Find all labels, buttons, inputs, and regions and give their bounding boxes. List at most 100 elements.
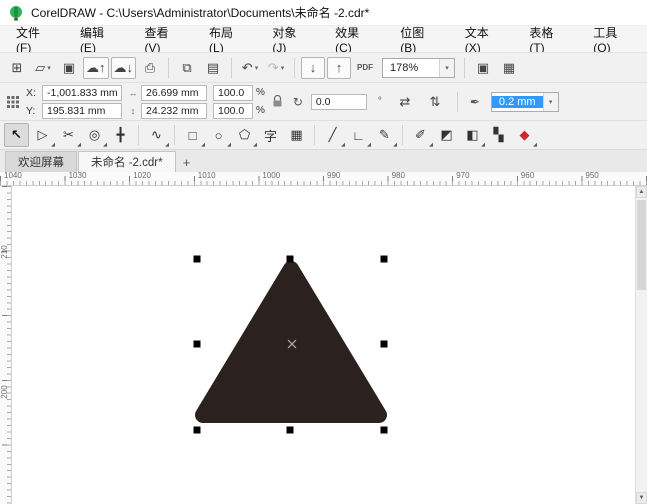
undo-button[interactable]: ↶ ▾ xyxy=(238,57,262,79)
polygon-tool[interactable]: ⬠ ◢ xyxy=(232,123,257,148)
scale-x-field[interactable]: 100.0 xyxy=(213,84,253,101)
menu-item-text[interactable]: 文本(X) xyxy=(451,26,516,55)
save-to-cloud-icon: ☁↑ xyxy=(86,60,106,75)
new-tab-button[interactable]: + xyxy=(177,152,197,172)
dimension-icon: ╱ xyxy=(328,127,337,142)
tab-untitled-2[interactable]: 未命名 -2.cdr* xyxy=(78,151,176,172)
dimension-tool[interactable]: ╱ ◢ xyxy=(320,123,345,148)
menu-item-table[interactable]: 表格(T) xyxy=(515,26,579,55)
connector-tool[interactable]: ∟ ◢ xyxy=(346,123,371,149)
crop-tool[interactable]: ✂ ◢ xyxy=(56,123,81,148)
scroll-down-button[interactable]: ▼ xyxy=(636,492,647,504)
paste-button[interactable]: ▤ xyxy=(201,57,225,79)
pan-tool[interactable]: ╋ xyxy=(108,123,133,147)
pan-icon: ╋ xyxy=(116,127,125,142)
smart-fill-icon: ◩ xyxy=(440,127,453,142)
scroll-up-button[interactable]: ▲ xyxy=(636,186,647,198)
text-tool[interactable]: 字 xyxy=(258,123,283,147)
open-document-button[interactable]: ▱ ▾ xyxy=(31,57,55,79)
outline-width-value[interactable]: 0.2 mm xyxy=(491,95,543,108)
rectangle-icon: □ xyxy=(188,127,197,143)
x-label: X: xyxy=(26,86,36,99)
menu-item-tools[interactable]: 工具(O) xyxy=(579,26,645,55)
show-rulers-button[interactable]: ▦ xyxy=(497,57,521,79)
rotation-icon: ↻ xyxy=(292,94,303,109)
freehand-tool[interactable]: ∿ ◢ xyxy=(144,123,169,148)
flyout-indicator-icon: ◢ xyxy=(103,142,107,148)
menu-item-file[interactable]: 文件(F) xyxy=(2,26,66,55)
fullscreen-preview-button[interactable]: ▣ xyxy=(471,57,495,79)
vertical-scrollbar[interactable]: ▲ ▼ xyxy=(635,186,647,504)
scrollbar-thumb[interactable] xyxy=(637,200,646,290)
chevron-down-icon[interactable]: ▾ xyxy=(542,92,558,111)
size-fields: ↔ 26.699 mm ↕ 24.232 mm xyxy=(128,84,207,119)
new-document-button[interactable]: ⊞ xyxy=(5,57,29,79)
export-icon: ↑ xyxy=(335,60,343,75)
interactive-fill-tool[interactable]: ◧ ◢ xyxy=(460,123,485,148)
outline-width-combo[interactable]: 0.2 mm ▾ xyxy=(490,91,559,112)
rectangle-tool[interactable]: □ ◢ xyxy=(180,123,205,149)
scale-y-field[interactable]: 100.0 xyxy=(213,102,253,119)
tab-welcome-screen[interactable]: 欢迎屏幕 xyxy=(5,151,77,172)
scrollbar-track[interactable] xyxy=(636,292,647,492)
property-bar: X: -1,001.833 mm Y: 195.831 mm ↔ 26.699 … xyxy=(0,82,647,120)
zoom-tool[interactable]: ◎ ◢ xyxy=(82,123,107,148)
redo-button[interactable]: ↷ ▾ xyxy=(264,57,288,79)
selection-handle[interactable] xyxy=(380,255,388,263)
horizontal-ruler[interactable]: 1040 1030 1020 1010 1000 990 980 970 960 950 xyxy=(0,172,647,186)
outline-pen-tool[interactable]: ◆ ◢ xyxy=(512,123,538,148)
lock-icon xyxy=(273,95,282,107)
copy-button[interactable]: ⧉ xyxy=(175,57,199,79)
menu-item-bitmaps[interactable]: 位图(B) xyxy=(386,26,451,55)
print-button[interactable]: ⎙ xyxy=(138,57,162,79)
save-to-cloud-button[interactable]: ☁↑ xyxy=(83,56,109,79)
selection-handle[interactable] xyxy=(380,426,388,434)
redo-icon: ↷ xyxy=(267,60,279,75)
crop-icon: ✂ xyxy=(63,127,74,142)
mirror-horizontal-button[interactable]: ⇄ xyxy=(393,91,417,113)
x-position-field[interactable]: -1,001.833 mm xyxy=(42,84,122,101)
smart-fill-tool[interactable]: ◩ xyxy=(434,123,459,147)
shape-tool[interactable]: ▷ ◢ xyxy=(30,123,56,148)
selection-handle[interactable] xyxy=(193,255,201,263)
save-button[interactable]: ▣ xyxy=(57,57,81,79)
menu-item-object[interactable]: 对象(J) xyxy=(258,26,321,55)
pick-tool[interactable]: ↖ xyxy=(4,123,29,147)
object-position-grid-icon[interactable] xyxy=(6,95,20,108)
selection-handle[interactable] xyxy=(286,255,294,263)
selection-handle[interactable] xyxy=(193,340,201,348)
transparency-tool[interactable]: ▚ xyxy=(486,123,511,147)
ellipse-tool[interactable]: ○ ◢ xyxy=(206,123,231,149)
selection-handle[interactable] xyxy=(286,426,294,434)
triangle-shape[interactable] xyxy=(195,261,387,423)
freehand-icon: ∿ xyxy=(151,127,162,142)
menu-item-view[interactable]: 查看(V) xyxy=(130,26,195,55)
y-position-field[interactable]: 195.831 mm xyxy=(42,102,122,119)
chevron-down-icon[interactable]: ▾ xyxy=(439,58,454,77)
object-width-field[interactable]: 26.699 mm xyxy=(141,84,207,101)
table-tool[interactable]: ▦ xyxy=(284,123,309,147)
zoom-level-combo[interactable]: 178% ▾ xyxy=(382,57,455,78)
drawing-canvas[interactable] xyxy=(12,186,635,504)
object-height-value: 24.232 mm xyxy=(146,104,199,117)
bezier-pen-tool[interactable]: ✎ ◢ xyxy=(372,123,397,148)
pdf-button[interactable]: PDF xyxy=(353,57,377,79)
export-button[interactable]: ↑ xyxy=(327,56,351,79)
selection-handle[interactable] xyxy=(193,426,201,434)
menu-item-edit[interactable]: 编辑(E) xyxy=(66,26,131,55)
chevron-down-icon: ▾ xyxy=(254,64,259,72)
open-from-cloud-button[interactable]: ☁↓ xyxy=(110,56,136,79)
selection-handle[interactable] xyxy=(380,340,388,348)
object-height-field[interactable]: 24.232 mm xyxy=(141,102,207,119)
import-button[interactable]: ↓ xyxy=(301,56,325,79)
eyedropper-tool[interactable]: ✐ ◢ xyxy=(408,123,433,148)
lock-ratio-button[interactable] xyxy=(271,95,285,108)
vertical-ruler[interactable]: 210 200 xyxy=(0,186,12,504)
text-icon: 字 xyxy=(263,128,277,144)
menu-item-layout[interactable]: 布局(L) xyxy=(195,26,258,55)
rotation-angle-field[interactable]: 0.0 xyxy=(310,93,367,110)
y-position-value: 195.831 mm xyxy=(47,104,106,117)
zoom-level-value: 178% xyxy=(390,61,419,74)
mirror-vertical-button[interactable]: ⇅ xyxy=(423,91,447,113)
menu-item-effects[interactable]: 效果(C) xyxy=(321,26,386,55)
